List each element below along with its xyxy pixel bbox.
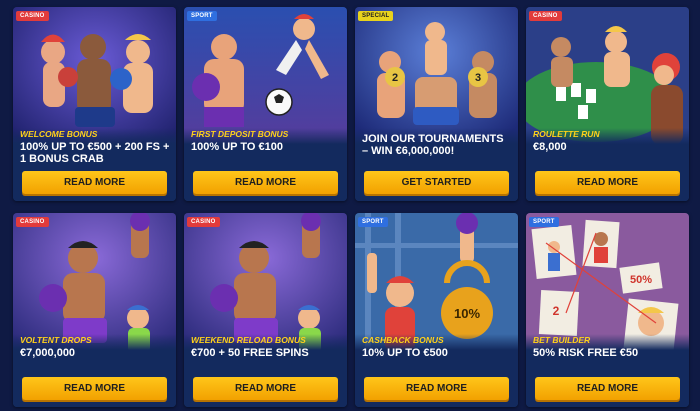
read-more-button[interactable]: READ MORE bbox=[535, 377, 680, 400]
promo-card-roulette-run[interactable]: CASINO ROULETTE RUN €8,000 READ MORE bbox=[526, 7, 689, 201]
read-more-button[interactable]: READ MORE bbox=[535, 171, 680, 194]
category-tag: CASINO bbox=[529, 11, 562, 21]
read-more-button[interactable]: READ MORE bbox=[193, 377, 338, 400]
promo-offer: 100% UP TO €100 bbox=[191, 141, 283, 153]
get-started-button[interactable]: GET STARTED bbox=[364, 171, 509, 194]
promo-offer: 10% UP TO €500 bbox=[362, 347, 448, 359]
promo-offer: €7,000,000 bbox=[20, 347, 76, 359]
promo-card-cashback-bonus[interactable]: 10% SPORT CASHBACK BONUS 10% UP TO €500 … bbox=[355, 213, 518, 407]
promo-offer: 50% RISK FREE €50 bbox=[533, 347, 639, 359]
category-tag: SPORT bbox=[358, 217, 388, 227]
badge-number: 2 bbox=[392, 72, 398, 84]
note-text: 50% bbox=[630, 274, 652, 286]
promotions-grid: CASINO WELCOME BONUS 100% UP TO €500 + 2… bbox=[0, 0, 700, 411]
promo-label: WEEKEND RELOAD BONUS bbox=[191, 335, 306, 345]
promo-offer: €700 + 50 FREE SPINS bbox=[191, 347, 309, 359]
promo-label: WELCOME BONUS bbox=[20, 129, 98, 139]
read-more-button[interactable]: READ MORE bbox=[364, 377, 509, 400]
promo-card-bet-builder[interactable]: 50% 2 SPORT BET BUILDER 50% RISK FREE €5… bbox=[526, 213, 689, 407]
promo-offer: 100% UP TO €500 + 200 FS + 1 BONUS CRAB bbox=[20, 141, 170, 165]
promo-label: VOLTENT DROPS bbox=[20, 335, 92, 345]
promo-card-tournaments[interactable]: 2 3 SPECIAL JOIN OUR TOURNAMENTS – WIN €… bbox=[355, 7, 518, 201]
promo-offer: €8,000 bbox=[533, 141, 567, 153]
promo-card-voltent-drops[interactable]: CASINO VOLTENT DROPS €7,000,000 READ MOR… bbox=[13, 213, 176, 407]
category-tag: SPORT bbox=[187, 11, 217, 21]
promo-card-first-deposit-bonus[interactable]: SPORT FIRST DEPOSIT BONUS 100% UP TO €10… bbox=[184, 7, 347, 201]
read-more-button[interactable]: READ MORE bbox=[193, 171, 338, 194]
kettlebell-text: 10% bbox=[454, 306, 480, 321]
read-more-button[interactable]: READ MORE bbox=[22, 377, 167, 400]
category-tag: CASINO bbox=[187, 217, 220, 227]
badge-number: 3 bbox=[475, 72, 481, 84]
category-tag: CASINO bbox=[16, 11, 49, 21]
read-more-button[interactable]: READ MORE bbox=[22, 171, 167, 194]
promo-offer: JOIN OUR TOURNAMENTS – WIN €6,000,000! bbox=[362, 133, 504, 157]
category-tag: SPORT bbox=[529, 217, 559, 227]
promo-card-weekend-reload[interactable]: CASINO WEEKEND RELOAD BONUS €700 + 50 FR… bbox=[184, 213, 347, 407]
category-tag: CASINO bbox=[16, 217, 49, 227]
category-tag: SPECIAL bbox=[358, 11, 394, 21]
promo-card-welcome-bonus[interactable]: CASINO WELCOME BONUS 100% UP TO €500 + 2… bbox=[13, 7, 176, 201]
promo-label: FIRST DEPOSIT BONUS bbox=[191, 129, 289, 139]
note-text: 2 bbox=[553, 304, 560, 318]
promo-label: CASHBACK BONUS bbox=[362, 335, 444, 345]
promo-label: BET BUILDER bbox=[533, 335, 591, 345]
promo-label: ROULETTE RUN bbox=[533, 129, 600, 139]
